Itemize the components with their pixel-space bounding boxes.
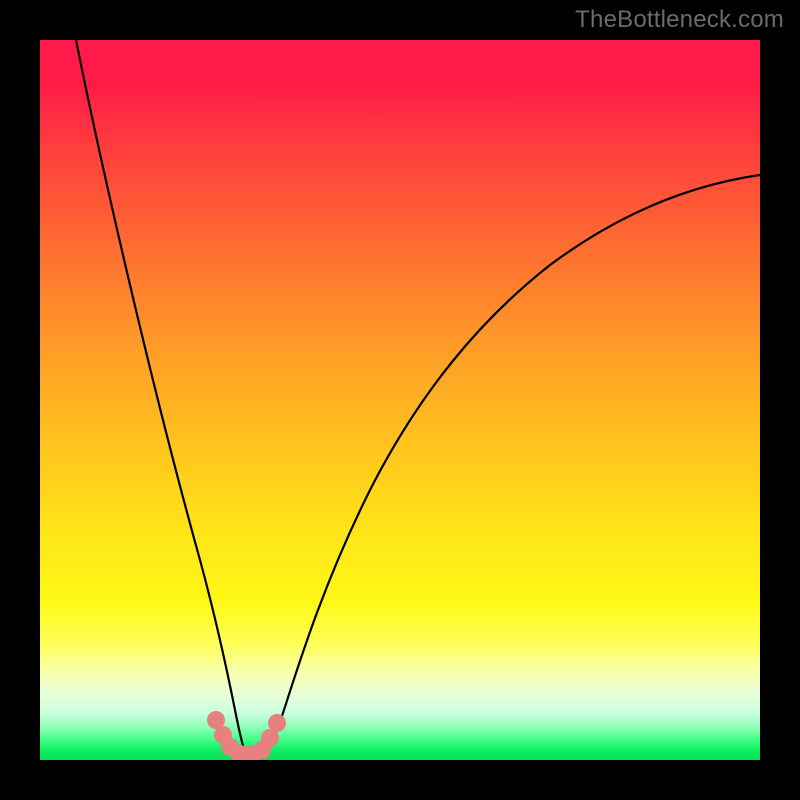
- plot-area: [40, 40, 760, 760]
- sweet-spot-markers: [207, 711, 286, 760]
- curve-layer: [40, 40, 760, 760]
- chart-frame: TheBottleneck.com: [0, 0, 800, 800]
- watermark-text: TheBottleneck.com: [575, 6, 784, 34]
- bottleneck-curve: [76, 40, 760, 757]
